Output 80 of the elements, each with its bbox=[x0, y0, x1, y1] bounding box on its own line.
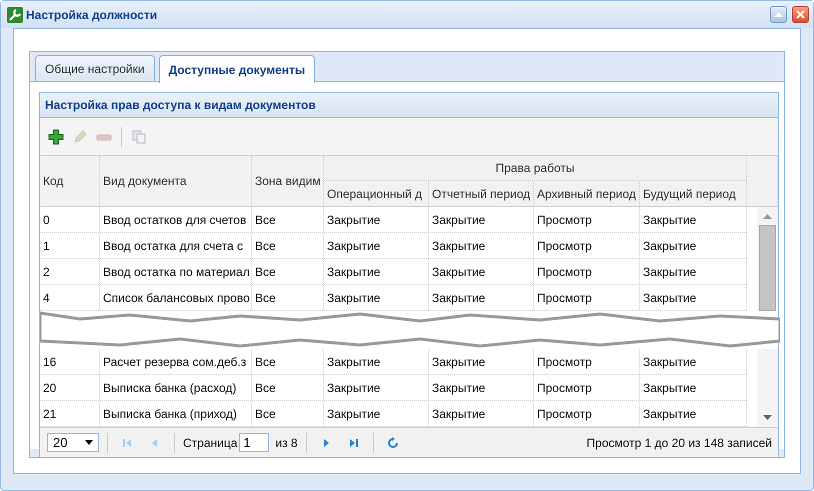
table-cell: Закрытие bbox=[324, 285, 429, 310]
table-cell: Закрытие bbox=[324, 233, 429, 258]
table-cell: Все bbox=[252, 233, 324, 258]
table-cell: Закрытие bbox=[429, 207, 534, 232]
page-size-select[interactable]: 20 bbox=[47, 433, 99, 452]
table-cell: Выписка банка (приход) bbox=[100, 401, 252, 426]
column-header[interactable]: Операционный д bbox=[324, 181, 429, 206]
table-cell: Закрытие bbox=[640, 401, 747, 426]
dropdown-arrow-icon bbox=[85, 440, 93, 445]
table-cell: Просмотр bbox=[534, 207, 640, 232]
table-cell: 16 bbox=[40, 349, 100, 374]
table-cell: 21 bbox=[40, 401, 100, 426]
copy-icon bbox=[131, 128, 147, 144]
tab[interactable]: Общие настройки bbox=[35, 55, 155, 81]
last-page-icon bbox=[348, 436, 360, 448]
page-label: Страница bbox=[183, 436, 238, 450]
table-cell: Просмотр bbox=[534, 401, 640, 426]
table-cell: Расчет резерва сом.деб.з bbox=[100, 349, 252, 374]
collapse-button[interactable] bbox=[770, 6, 787, 23]
table-cell: 20 bbox=[40, 375, 100, 400]
table-cell: Закрытие bbox=[640, 207, 747, 232]
table-cell: 0 bbox=[40, 207, 100, 232]
caret-icon bbox=[774, 11, 783, 18]
column-header[interactable]: Отчетный период bbox=[429, 181, 534, 206]
wrench-icon bbox=[7, 6, 23, 22]
table-cell: Закрытие bbox=[324, 375, 429, 400]
column-group-header: Права работы bbox=[324, 156, 747, 181]
table-cell: Все bbox=[252, 207, 324, 232]
table-cell: Закрытие bbox=[429, 233, 534, 258]
table-cell: Выписка банка (расход) bbox=[100, 375, 252, 400]
first-page-icon bbox=[121, 436, 133, 448]
column-header[interactable]: Зона видим bbox=[252, 156, 324, 206]
table-cell: Закрытие bbox=[640, 285, 747, 310]
table-cell: Все bbox=[252, 285, 324, 310]
table-cell: Закрытие bbox=[429, 285, 534, 310]
table-cell: 4 bbox=[40, 285, 100, 310]
refresh-icon bbox=[386, 436, 399, 448]
table-cell: Закрытие bbox=[640, 349, 747, 374]
table-cell: 2 bbox=[40, 259, 100, 284]
close-icon bbox=[796, 10, 805, 19]
table-cell: 1 bbox=[40, 233, 100, 258]
table-cell: Закрытие bbox=[324, 349, 429, 374]
table-cell: Закрытие bbox=[324, 259, 429, 284]
table-cell: Просмотр bbox=[534, 349, 640, 374]
add-icon bbox=[48, 128, 64, 144]
table-cell: Все bbox=[252, 349, 324, 374]
panel-title: Настройка прав доступа к видам документов bbox=[40, 93, 778, 118]
table-cell: Просмотр bbox=[534, 285, 640, 310]
scrollbar-thumb[interactable] bbox=[759, 225, 776, 311]
table-cell: Закрытие bbox=[429, 349, 534, 374]
table-cell: Закрытие bbox=[640, 375, 747, 400]
column-header[interactable]: Архивный период bbox=[534, 181, 640, 206]
close-button[interactable] bbox=[792, 6, 809, 23]
table-cell: Просмотр bbox=[534, 233, 640, 258]
table-cell: Закрытие bbox=[429, 401, 534, 426]
table-cell: Все bbox=[252, 401, 324, 426]
table-cell: Просмотр bbox=[534, 375, 640, 400]
table-cell: Закрытие bbox=[640, 233, 747, 258]
paging-summary: Просмотр 1 до 20 из 148 записей bbox=[586, 436, 773, 450]
table-cell: Закрытие bbox=[640, 259, 747, 284]
table-cell: Просмотр bbox=[534, 259, 640, 284]
table-cell: Закрытие bbox=[429, 259, 534, 284]
column-header[interactable]: Код bbox=[40, 156, 100, 206]
table-cell: Все bbox=[252, 259, 324, 284]
table-cell: Ввод остатка для счета с bbox=[100, 233, 252, 258]
add-button[interactable] bbox=[46, 126, 66, 146]
table-cell: Закрытие bbox=[324, 207, 429, 232]
table-cell: Список балансовых прово bbox=[100, 285, 252, 310]
window-title: Настройка должности bbox=[26, 8, 158, 22]
table-cell: Ввод остатков для счетов bbox=[100, 207, 252, 232]
page-count: из 8 bbox=[275, 436, 298, 450]
column-header[interactable]: Будущий период bbox=[640, 181, 747, 206]
page-input[interactable]: 1 bbox=[239, 433, 270, 452]
table-cell: Закрытие bbox=[429, 375, 534, 400]
table-cell: Закрытие bbox=[324, 401, 429, 426]
table-cell: Все bbox=[252, 375, 324, 400]
tab[interactable]: Доступные документы bbox=[158, 55, 316, 83]
pencil-icon bbox=[72, 128, 88, 144]
table-cell: Ввод остатка по материал bbox=[100, 259, 252, 284]
column-header[interactable]: Вид документа bbox=[100, 156, 252, 206]
